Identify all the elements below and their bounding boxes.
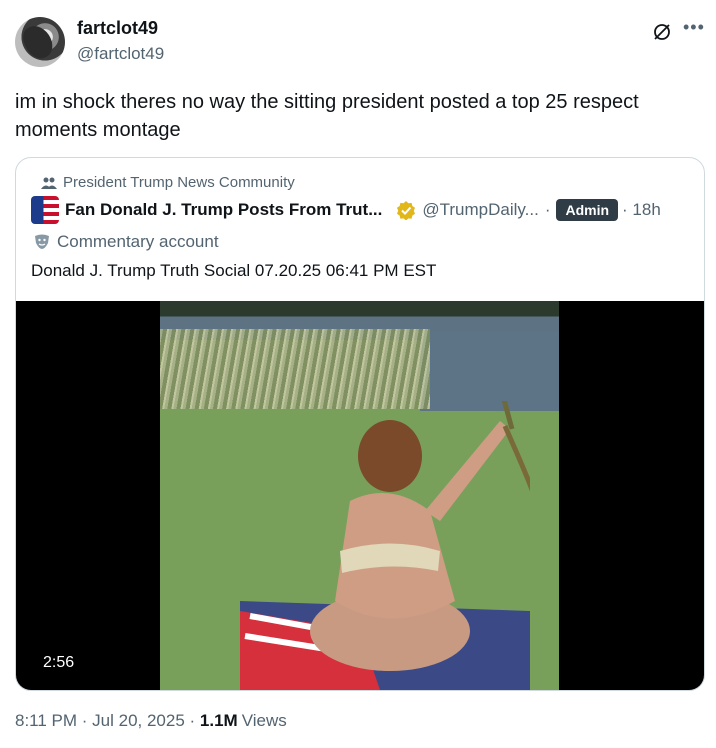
water-background xyxy=(420,331,559,411)
admin-badge: Admin xyxy=(556,199,619,221)
community-icon xyxy=(41,177,57,189)
separator-dot: · xyxy=(544,200,551,219)
user-name[interactable]: fartclot49 xyxy=(77,18,158,39)
quote-author-name[interactable]: Fan Donald J. Trump Posts From Trut... xyxy=(65,200,382,220)
timestamp[interactable]: 8:11 PM · Jul 20, 2025 · xyxy=(15,711,200,731)
commentary-label: Commentary account xyxy=(57,232,219,251)
quote-time[interactable]: · 18h xyxy=(622,200,661,220)
video-duration: 2:56 xyxy=(43,654,75,671)
commentary-mask-icon xyxy=(35,234,49,249)
views-count: 1.1M xyxy=(199,711,238,730)
views-label: Views xyxy=(241,711,287,730)
quote-author-handle[interactable]: @TrumpDaily... xyxy=(422,200,538,220)
community-name: President Trump News Community xyxy=(63,174,295,191)
flag-avatar[interactable] xyxy=(31,196,59,224)
verified-gold-icon xyxy=(397,201,416,220)
reeds-background xyxy=(160,329,430,409)
video-frame xyxy=(160,301,559,690)
avatar[interactable] xyxy=(15,17,65,67)
community-row[interactable]: President Trump News Community xyxy=(41,174,295,191)
tweet-meta: 8:11 PM · Jul 20, 2025 · 1.1M Views xyxy=(15,711,287,731)
video-figure xyxy=(240,401,530,690)
tweet-text: im in shock theres no way the sitting pr… xyxy=(15,91,639,141)
quote-author-row: Fan Donald J. Trump Posts From Trut... @… xyxy=(31,196,661,224)
quoted-tweet-card[interactable]: President Trump News Community Fan Donal… xyxy=(15,157,705,691)
video-player[interactable]: 2:56 xyxy=(16,301,704,690)
more-icon[interactable]: ••• xyxy=(683,17,705,38)
grok-icon[interactable] xyxy=(652,22,672,42)
commentary-row: Commentary account xyxy=(33,232,219,252)
quote-text: Donald J. Trump Truth Social 07.20.25 06… xyxy=(31,261,437,280)
user-handle[interactable]: @fartclot49 xyxy=(77,44,164,64)
